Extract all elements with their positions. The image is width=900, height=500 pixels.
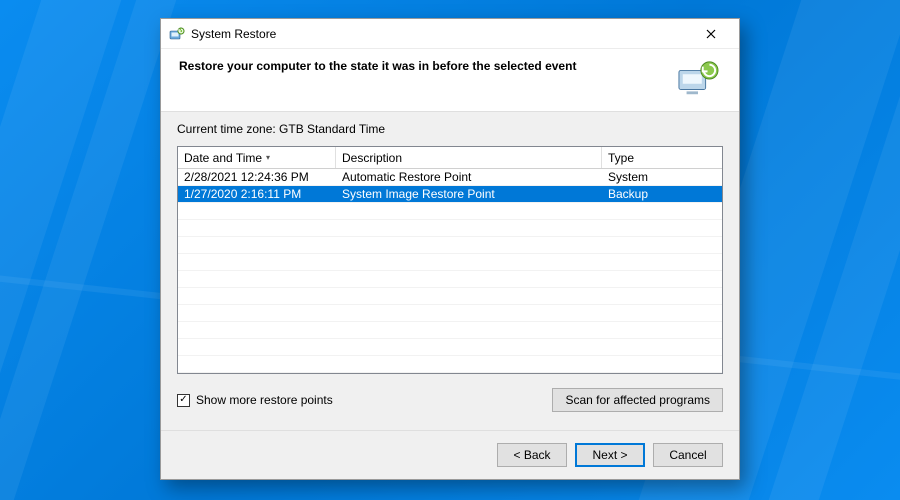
column-header-date-label: Date and Time [184, 151, 262, 165]
cell-date: 1/27/2020 2:16:11 PM [178, 187, 336, 201]
system-restore-dialog: System Restore Restore your computer to … [160, 18, 740, 480]
window-title: System Restore [191, 27, 276, 41]
show-more-checkbox[interactable]: Show more restore points [177, 393, 333, 407]
dialog-header: Restore your computer to the state it wa… [161, 49, 739, 112]
column-header-type[interactable]: Type [602, 147, 722, 168]
scan-affected-button[interactable]: Scan for affected programs [552, 388, 723, 412]
dialog-content: Current time zone: GTB Standard Time Dat… [161, 112, 739, 430]
restore-illustration-icon [675, 59, 721, 99]
table-row-empty [178, 271, 722, 288]
column-header-description-label: Description [342, 151, 402, 165]
restore-points-list: Date and Time ▾ Description Type 2/28/20… [177, 146, 723, 374]
timezone-label: Current time zone: GTB Standard Time [177, 122, 723, 136]
checkbox-box [177, 394, 190, 407]
dialog-heading: Restore your computer to the state it wa… [179, 59, 576, 73]
next-button[interactable]: Next > [575, 443, 645, 467]
show-more-label: Show more restore points [196, 393, 333, 407]
system-restore-icon [169, 26, 185, 42]
table-row-empty [178, 339, 722, 356]
cell-type: Backup [602, 187, 722, 201]
list-footer-row: Show more restore points Scan for affect… [177, 388, 723, 412]
close-button[interactable] [691, 20, 731, 48]
cell-description: System Image Restore Point [336, 187, 602, 201]
sort-indicator-icon: ▾ [266, 153, 270, 162]
dialog-footer: < Back Next > Cancel [161, 430, 739, 479]
table-row-empty [178, 322, 722, 339]
titlebar: System Restore [161, 19, 739, 49]
column-header-date[interactable]: Date and Time ▾ [178, 147, 336, 168]
cell-type: System [602, 170, 722, 184]
table-row-empty [178, 356, 722, 373]
table-row-empty [178, 220, 722, 237]
table-row-empty [178, 254, 722, 271]
table-row-empty [178, 203, 722, 220]
table-row-empty [178, 237, 722, 254]
cell-description: Automatic Restore Point [336, 170, 602, 184]
column-header-description[interactable]: Description [336, 147, 602, 168]
table-row-empty [178, 305, 722, 322]
table-row[interactable]: 1/27/2020 2:16:11 PMSystem Image Restore… [178, 186, 722, 203]
list-header: Date and Time ▾ Description Type [178, 147, 722, 169]
table-row[interactable]: 2/28/2021 12:24:36 PMAutomatic Restore P… [178, 169, 722, 186]
cell-date: 2/28/2021 12:24:36 PM [178, 170, 336, 184]
list-body: 2/28/2021 12:24:36 PMAutomatic Restore P… [178, 169, 722, 373]
column-header-type-label: Type [608, 151, 634, 165]
cancel-button[interactable]: Cancel [653, 443, 723, 467]
back-button[interactable]: < Back [497, 443, 567, 467]
table-row-empty [178, 288, 722, 305]
